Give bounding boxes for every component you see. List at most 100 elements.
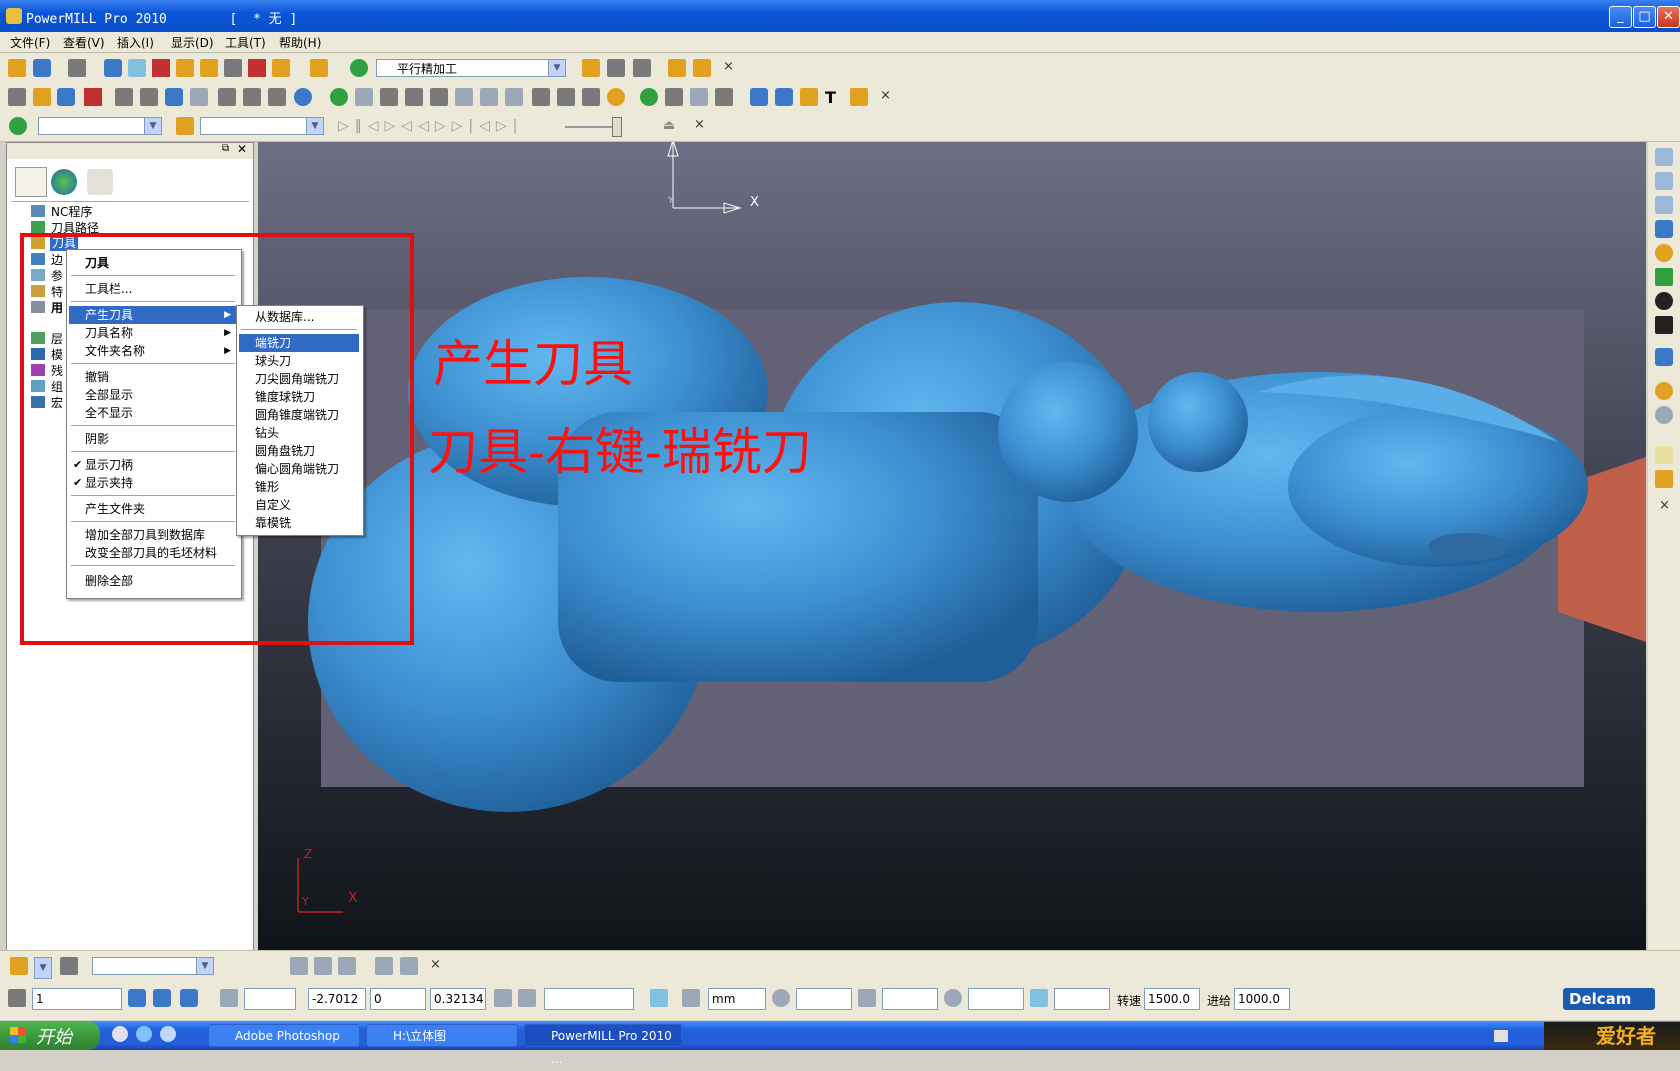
- sphere-icon[interactable]: [330, 88, 348, 106]
- select-tool-icon[interactable]: [1655, 470, 1673, 488]
- minimize-button[interactable]: _: [1609, 6, 1632, 28]
- save-icon[interactable]: [33, 59, 51, 77]
- chevron-down-icon[interactable]: ▼: [196, 958, 213, 974]
- submenu-item-end-mill[interactable]: 端铣刀: [239, 334, 359, 352]
- tool-move-icon[interactable]: [338, 957, 356, 975]
- shade-sphere-icon[interactable]: [1655, 382, 1673, 400]
- menu-item-create-folder[interactable]: 产生文件夹: [69, 500, 237, 518]
- shaded-view-icon[interactable]: [1655, 348, 1673, 366]
- tolerance-icon[interactable]: [1030, 989, 1048, 1007]
- globe-icon[interactable]: [1655, 406, 1673, 424]
- leads-icon[interactable]: [224, 59, 242, 77]
- view-iso4-icon[interactable]: [1655, 220, 1673, 238]
- chevron-down-icon[interactable]: ▼: [144, 118, 161, 134]
- coord-z-field[interactable]: 0.32134: [430, 988, 486, 1010]
- shape-icon[interactable]: [480, 88, 498, 106]
- tool-length-icon[interactable]: [858, 989, 876, 1007]
- zoom-icon[interactable]: [1655, 244, 1673, 262]
- maximize-button[interactable]: □: [1633, 6, 1656, 28]
- tray-keyboard-icon[interactable]: [1494, 1030, 1508, 1042]
- mirror-icon[interactable]: [690, 88, 708, 106]
- collision-check-icon[interactable]: [693, 59, 711, 77]
- menu-item-undo[interactable]: 撤销: [69, 368, 237, 386]
- tool-active-icon[interactable]: [10, 957, 28, 975]
- axis-icon[interactable]: [715, 88, 733, 106]
- tool-combo[interactable]: ▼: [200, 117, 324, 135]
- project-icon[interactable]: [582, 88, 600, 106]
- toolpath-green-icon[interactable]: [640, 88, 658, 106]
- calculator-icon[interactable]: [607, 59, 625, 77]
- submenu-item-form[interactable]: 靠模铣: [239, 514, 359, 532]
- feature-icon[interactable]: [243, 88, 261, 106]
- toolpath-select-icon[interactable]: [9, 117, 27, 135]
- panel-close-icon[interactable]: ✕: [237, 142, 247, 156]
- select-pointer-icon[interactable]: [1655, 446, 1673, 464]
- panel-restore-icon[interactable]: ⧉: [222, 143, 229, 154]
- start-end-point-icon[interactable]: [248, 59, 266, 77]
- settings-icon[interactable]: [405, 88, 423, 106]
- units-field[interactable]: mm: [708, 988, 766, 1010]
- view-toolbar-close-icon[interactable]: ×: [1659, 498, 1670, 513]
- workplane-create-icon[interactable]: [128, 989, 146, 1007]
- submenu-item-tip-radius[interactable]: 刀尖圆角端铣刀: [239, 370, 359, 388]
- quicklaunch-browser-icon[interactable]: [136, 1026, 152, 1042]
- rapid-move-icon[interactable]: [128, 59, 146, 77]
- feed-rate-field[interactable]: 1000.0: [1234, 988, 1290, 1010]
- tool-copy-icon[interactable]: [314, 957, 332, 975]
- units-icon[interactable]: [682, 989, 700, 1007]
- transform-icon[interactable]: [665, 88, 683, 106]
- menu-item-add-all-to-database[interactable]: 增加全部刀具到数据库: [69, 526, 237, 544]
- task-powermill[interactable]: PowerMILL Pro 2010 ...: [524, 1024, 682, 1066]
- menu-display[interactable]: 显示(D): [171, 34, 214, 51]
- close-button[interactable]: ✕: [1657, 6, 1680, 28]
- crosshair-icon[interactable]: [772, 989, 790, 1007]
- tool-select-icon[interactable]: [176, 117, 194, 135]
- quicklaunch-anchor-icon[interactable]: [160, 1026, 176, 1042]
- grid-icon[interactable]: [505, 88, 523, 106]
- tool-holder-icon[interactable]: [850, 88, 868, 106]
- zoom-box-icon[interactable]: [1655, 316, 1673, 334]
- text-icon[interactable]: [268, 88, 286, 106]
- workplane-combo[interactable]: 1: [32, 988, 122, 1010]
- strategy-selector-icon[interactable]: [350, 59, 368, 77]
- chevron-down-icon[interactable]: ▼: [34, 957, 52, 979]
- boundary-icon[interactable]: [140, 88, 158, 106]
- submenu-item-tapered-ball[interactable]: 锥度球铣刀: [239, 388, 359, 406]
- grid-field[interactable]: [244, 988, 296, 1010]
- toolbar-close-icon[interactable]: ×: [723, 59, 734, 74]
- graphics-viewport[interactable]: X Y Z Y X 产生刀具 刀具-右键-瑞铣刀: [258, 142, 1646, 950]
- pen-icon[interactable]: [355, 88, 373, 106]
- diameter-field[interactable]: [968, 988, 1024, 1010]
- menu-item-show-holder[interactable]: ✔ 显示夹持: [69, 474, 237, 492]
- pattern-icon[interactable]: [218, 88, 236, 106]
- menu-item-create-tool[interactable]: 产生刀具 ▶: [69, 306, 237, 324]
- tool-length-field[interactable]: [882, 988, 938, 1010]
- plane-icon[interactable]: [380, 88, 398, 106]
- verify-icon[interactable]: [668, 59, 686, 77]
- snap-field[interactable]: [544, 988, 634, 1010]
- delete-icon[interactable]: [84, 88, 102, 106]
- workplane-edit-icon[interactable]: [153, 989, 171, 1007]
- open-icon[interactable]: [8, 59, 26, 77]
- workplane-align-icon[interactable]: [180, 989, 198, 1007]
- menu-item-hide-all[interactable]: 全不显示: [69, 404, 237, 422]
- feed-rate-icon[interactable]: [152, 59, 170, 77]
- coord-y-field[interactable]: 0: [370, 988, 426, 1010]
- chevron-down-icon[interactable]: ▼: [548, 60, 565, 76]
- explorer-tab-tree[interactable]: [15, 167, 47, 197]
- coord-x-field[interactable]: -2.7012: [308, 988, 366, 1010]
- stock-icon[interactable]: [115, 88, 133, 106]
- chevron-down-icon[interactable]: ▼: [306, 118, 323, 134]
- export-icon[interactable]: [57, 88, 75, 106]
- playback-controls[interactable]: ▷‖◁▷◁◁▷▷|◁▷|: [338, 118, 523, 134]
- submenu-item-taper[interactable]: 锥形: [239, 478, 359, 496]
- sphere-outline-icon[interactable]: [455, 88, 473, 106]
- menu-item-show-all[interactable]: 全部显示: [69, 386, 237, 404]
- submenu-item-tipped-disc[interactable]: 圆角盘铣刀: [239, 442, 359, 460]
- toolpath-strategy-icon[interactable]: [310, 59, 328, 77]
- toolbar2-close-icon[interactable]: ×: [880, 88, 891, 103]
- menu-item-change-stock-material[interactable]: 改变全部刀具的毛坯材料: [69, 544, 237, 562]
- speed-slider-handle[interactable]: [612, 117, 622, 137]
- snap-icon[interactable]: [518, 989, 536, 1007]
- menu-view[interactable]: 查看(V): [63, 34, 105, 51]
